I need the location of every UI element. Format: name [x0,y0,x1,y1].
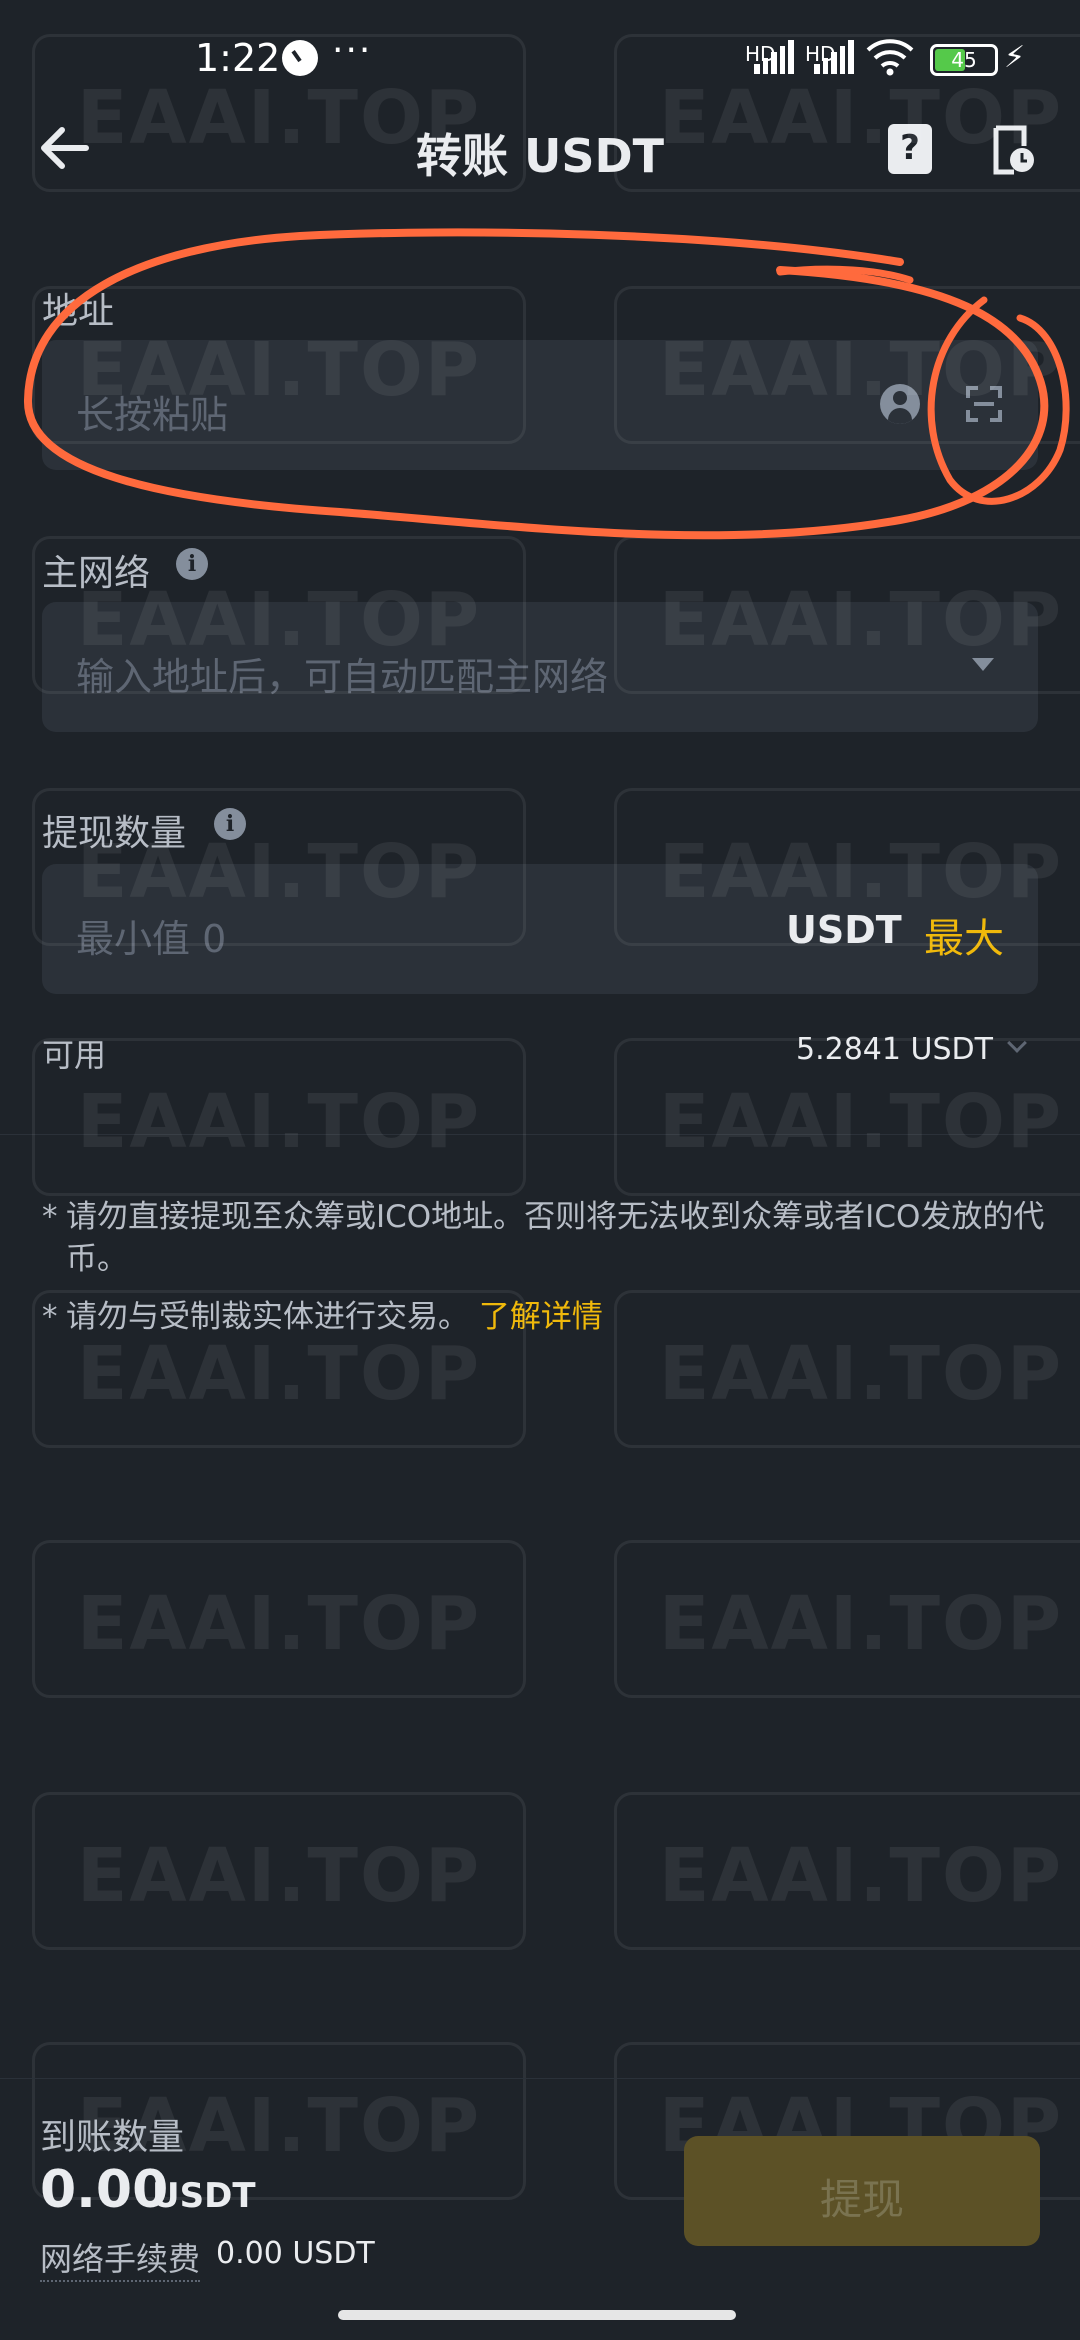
watermark: EAAI.TOP [614,1038,1080,1196]
withdraw-button[interactable]: 提现 [684,2136,1040,2246]
watermark: EAAI.TOP [614,1792,1080,1950]
watermark: EAAI.TOP [614,286,1080,444]
ico-warning-text: 请勿直接提现至众筹或ICO地址。否则将无法收到众筹或者ICO发放的代币。 [66,1199,1045,1277]
watermark: EAAI.TOP [32,34,526,192]
bottom-divider [0,2078,1080,2079]
receive-amount-unit: USDT [152,2176,256,2216]
watermark: EAAI.TOP [614,788,1080,946]
watermark: EAAI.TOP [614,536,1080,694]
watermark: EAAI.TOP [614,1290,1080,1448]
watermark: EAAI.TOP [614,1540,1080,1698]
watermark: EAAI.TOP [32,286,526,444]
watermark: EAAI.TOP [32,1792,526,1950]
watermark: EAAI.TOP [614,34,1080,192]
watermark: EAAI.TOP [32,536,526,694]
home-indicator[interactable] [338,2310,736,2320]
network-fee-value: 0.00 USDT [216,2236,375,2271]
receive-amount-value: 0.00 [40,2160,169,2220]
network-fee-label[interactable]: 网络手续费 [40,2234,201,2282]
watermark: EAAI.TOP [32,1038,526,1196]
receive-amount-label: 到账数量 [40,2117,185,2158]
withdraw-button-label: 提现 [819,2175,904,2224]
ico-warning-note: * 请勿直接提现至众筹或ICO地址。否则将无法收到众筹或者ICO发放的代币。 [42,1196,1052,1280]
watermark: EAAI.TOP [32,1540,526,1698]
watermark: EAAI.TOP [32,1290,526,1448]
watermark: EAAI.TOP [32,788,526,946]
